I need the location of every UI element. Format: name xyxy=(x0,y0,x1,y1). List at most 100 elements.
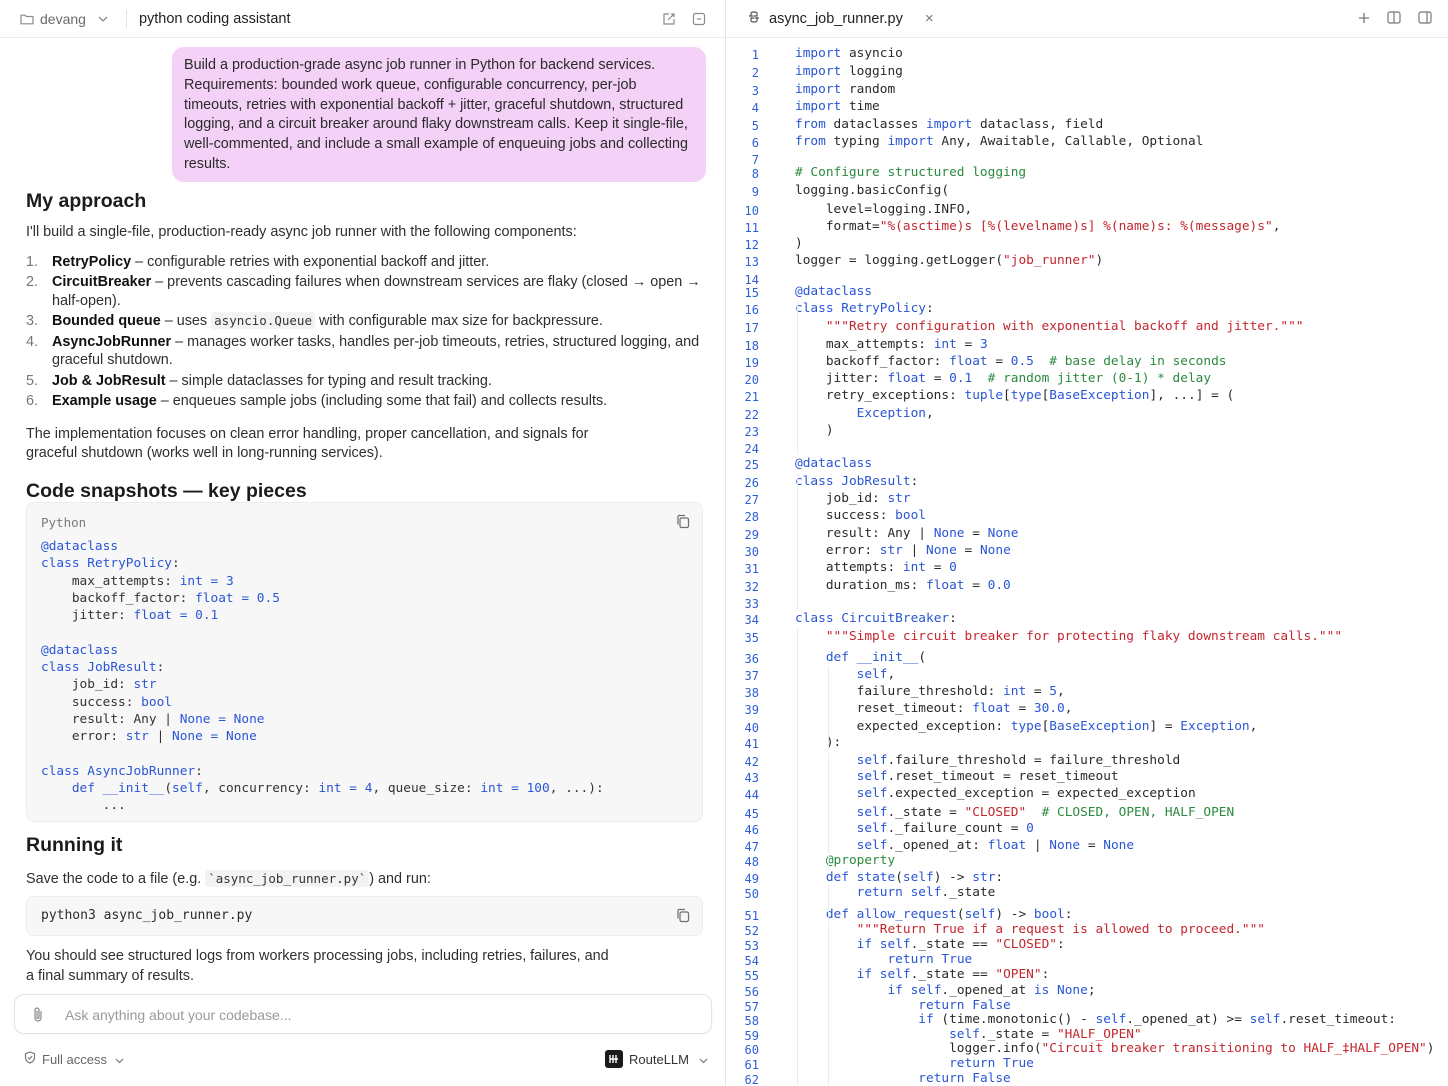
code-line: success: bool xyxy=(795,508,926,523)
line-number: 38 xyxy=(744,686,759,700)
tab-async-job-runner[interactable]: async_job_runner.py × xyxy=(747,10,934,28)
line-number: 4 xyxy=(751,101,759,115)
code-line: return True xyxy=(949,1056,1034,1071)
chat-header: devang python coding assistant xyxy=(0,0,725,38)
code-snapshot-block: Python @dataclass class RetryPolicy: max… xyxy=(26,502,703,822)
routellm-logo-icon xyxy=(605,1050,624,1068)
add-icon[interactable] xyxy=(1358,11,1370,27)
indent-guide xyxy=(797,629,798,1085)
code-editor[interactable]: 1 2 3 4 5 6 7 8 9 10 11 12 13 14 15 16 17 18 19 20 21 22 23 24 2… xyxy=(727,39,1448,1086)
line-number: 56 xyxy=(744,985,759,999)
code-line: # Configure structured logging xyxy=(795,165,1027,180)
inline-code: asyncio.Queue xyxy=(211,312,315,329)
shield-icon xyxy=(24,1051,36,1067)
code-line: class JobResult: xyxy=(795,474,919,489)
line-number: 61 xyxy=(744,1058,759,1072)
line-number: 26 xyxy=(744,476,759,490)
chevron-down-icon xyxy=(699,1052,708,1067)
code-line: ): xyxy=(795,735,842,750)
command-block: python3 async_job_runner.py xyxy=(26,896,703,936)
inline-code: `async_job_runner.py` xyxy=(205,870,370,887)
line-number: 8 xyxy=(751,167,759,181)
list-item: 5. Job & JobResult – simple dataclasses f… xyxy=(26,372,492,389)
header-divider xyxy=(125,9,127,28)
code-line: logging.basicConfig( xyxy=(795,183,950,198)
line-number: 33 xyxy=(744,597,759,611)
code-line: reset_timeout: float = 30.0, xyxy=(795,701,1073,716)
access-selector[interactable]: Full access xyxy=(24,1051,124,1067)
line-number: 17 xyxy=(744,321,759,335)
code-line: expected_exception: type[BaseException] … xyxy=(795,719,1258,734)
line-number: 43 xyxy=(744,771,759,785)
copy-icon[interactable] xyxy=(676,514,690,532)
line-number: 62 xyxy=(744,1073,759,1086)
indent-guide xyxy=(828,667,829,749)
paperclip-icon[interactable] xyxy=(32,1006,44,1026)
line-number: 51 xyxy=(744,909,759,923)
code-line: backoff_factor: float = 0.5 # base delay… xyxy=(795,354,1227,369)
list-item: 6. Example usage – enqueues sample jobs (… xyxy=(26,393,608,409)
line-number: 7 xyxy=(751,153,759,167)
line-number: 50 xyxy=(744,887,759,901)
code-line: class RetryPolicy: xyxy=(795,301,934,316)
workspace-selector[interactable]: devang xyxy=(20,11,108,27)
code-line: self._opened_at: float | None = None xyxy=(856,838,1135,853)
code-line: format="%(asctime)s [%(levelname)s] %(na… xyxy=(795,219,1281,234)
line-number: 24 xyxy=(744,442,759,456)
code-line: max_attempts: int = 3 xyxy=(795,337,988,352)
line-number: 19 xyxy=(744,356,759,370)
line-number: 52 xyxy=(744,924,759,938)
list-item: 4. AsyncJobRunner – manages worker tasks,… xyxy=(26,333,700,369)
code-line: result: Any | None = None xyxy=(795,526,1019,541)
code-snapshot: @dataclass class RetryPolicy: max_attemp… xyxy=(41,539,604,814)
code-line: def __init__( xyxy=(825,650,927,665)
sidebar-toggle-icon[interactable] xyxy=(1418,10,1432,27)
folder-icon xyxy=(20,13,34,25)
line-number: 11 xyxy=(744,221,759,235)
new-chat-icon[interactable] xyxy=(661,11,677,27)
chevron-down-icon xyxy=(115,1052,124,1067)
message-input[interactable] xyxy=(65,1003,665,1027)
access-label: Full access xyxy=(42,1051,108,1067)
line-number: 18 xyxy=(744,339,759,353)
code-line: jitter: float = 0.1 # random jitter (0-1… xyxy=(795,371,1212,386)
line-number: 14 xyxy=(744,273,759,287)
indent-guide xyxy=(828,885,829,921)
line-number: 9 xyxy=(751,185,759,199)
command-text: python3 async_job_runner.py xyxy=(41,908,253,923)
line-number: 46 xyxy=(744,823,759,837)
copy-icon[interactable] xyxy=(676,908,690,926)
approach-steps: 1. RetryPolicy – configurable retries wit… xyxy=(26,253,706,411)
code-line: """Simple circuit breaker for protecting… xyxy=(825,629,1343,644)
line-number: 58 xyxy=(744,1014,759,1028)
code-language-label: Python xyxy=(41,515,87,530)
code-line: self, xyxy=(856,667,896,682)
user-message-text: Build a production-grade async job runne… xyxy=(184,57,688,172)
split-view-icon[interactable] xyxy=(1387,10,1401,27)
line-number: 55 xyxy=(744,969,759,983)
line-number: 21 xyxy=(744,390,759,404)
composer-footer: Full access RouteLLM xyxy=(24,1048,708,1070)
editor-pane: async_job_runner.py × 1 2 3 4 5 6 7 8 9 10 11 12 13 1… xyxy=(727,0,1448,1086)
code-line: ) xyxy=(795,236,803,251)
indent-guide xyxy=(797,474,798,609)
code-line: logger.info("Circuit breaker transitioni… xyxy=(795,1041,1435,1056)
line-number: 37 xyxy=(744,669,759,683)
line-number: 40 xyxy=(744,721,759,735)
code-line: level=logging.INFO, xyxy=(795,202,973,217)
code-line: class CircuitBreaker: xyxy=(795,611,957,626)
code-line: from dataclasses import dataclass, field xyxy=(795,117,1104,132)
line-number: 34 xyxy=(744,613,759,627)
close-icon[interactable]: × xyxy=(925,10,934,27)
chevron-down-icon xyxy=(98,16,108,22)
snapshots-heading: Code snapshots — key pieces xyxy=(26,479,307,502)
user-message: Build a production-grade async job runne… xyxy=(172,47,706,182)
model-label: RouteLLM xyxy=(629,1051,689,1067)
code-line: if (time.monotonic() - self._opened_at) … xyxy=(918,1012,1397,1027)
model-selector[interactable]: RouteLLM xyxy=(605,1050,708,1068)
code-line: ) xyxy=(795,423,834,438)
collapse-panel-icon[interactable] xyxy=(691,11,707,27)
code-line: if self._state == "CLOSED": xyxy=(856,937,1065,952)
code-line: attempts: int = 0 xyxy=(795,560,957,575)
line-number: 35 xyxy=(744,631,759,645)
